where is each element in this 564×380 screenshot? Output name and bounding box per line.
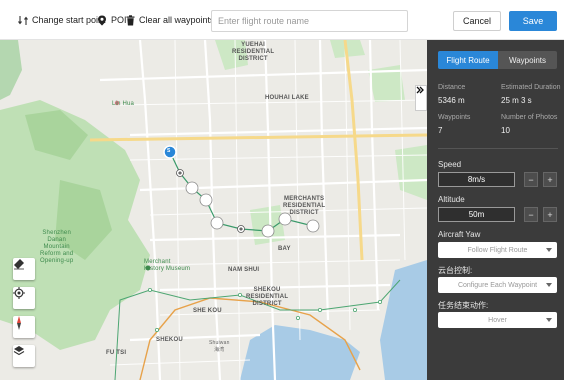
compass-icon <box>17 316 21 330</box>
distance-value: 5346 m <box>438 96 465 105</box>
finish-action-label: 任务结束动作: <box>438 301 489 310</box>
collapse-panel-button[interactable] <box>415 85 427 111</box>
gimbal-label: 云台控制: <box>438 266 473 275</box>
eraser-icon <box>14 259 24 270</box>
yaw-label: Aircraft Yaw <box>438 230 481 239</box>
finish-action-select[interactable]: Hover <box>438 312 557 328</box>
map-label-nam-shui: NAM SHUI <box>228 267 260 273</box>
map-label-yuehai: YUEHAI RESIDENTIAL DISTRICT <box>232 42 275 62</box>
map-label-merchants: MERCHANTS RESIDENTIAL DISTRICT <box>283 196 326 216</box>
change-start-point-button[interactable]: Change start point <box>17 14 106 26</box>
map-label-shekou-res: SHEKOU RESIDENTIAL DISTRICT <box>246 287 289 307</box>
altitude-decrease-button[interactable]: − <box>524 207 538 222</box>
locate-button[interactable] <box>13 287 35 309</box>
layers-button[interactable] <box>13 345 35 367</box>
cancel-button[interactable]: Cancel <box>453 11 501 31</box>
map-label-shuiwan: Shuiwan 海湾 <box>209 340 230 353</box>
chevron-down-icon <box>546 318 552 322</box>
start-marker-text: S <box>167 148 171 154</box>
altitude-increase-button[interactable]: + <box>543 207 557 222</box>
gimbal-select-value: Configure Each Waypoint <box>457 281 538 289</box>
eraser-tool-button[interactable] <box>13 258 35 280</box>
trash-icon <box>124 14 136 26</box>
altitude-label: Altitude <box>438 195 465 204</box>
chevron-down-icon <box>546 283 552 287</box>
speed-label: Speed <box>438 160 462 169</box>
chevron-down-icon <box>546 248 552 252</box>
yaw-select[interactable]: Follow Flight Route <box>438 242 557 258</box>
waypoints-count-value: 7 <box>438 126 443 135</box>
photos-count-value: 10 <box>501 126 510 135</box>
route-name-input[interactable] <box>211 10 408 32</box>
clear-waypoints-label: Clear all waypoints <box>139 15 215 25</box>
compass-button[interactable] <box>13 316 35 338</box>
tab-flight-route[interactable]: Flight Route <box>438 51 498 69</box>
yaw-select-value: Follow Flight Route <box>467 246 528 254</box>
finish-action-select-value: Hover <box>488 316 507 324</box>
location-pin-icon <box>96 14 108 26</box>
map-label-lin-hua: Lin Hua <box>112 101 135 107</box>
speed-increase-button[interactable]: + <box>543 172 557 187</box>
duration-value: 25 m 3 s <box>501 96 532 105</box>
duration-label: Estimated Duration <box>501 84 561 91</box>
distance-label: Distance <box>438 84 466 91</box>
clear-waypoints-button[interactable]: Clear all waypoints <box>124 14 215 26</box>
layers-icon <box>13 346 25 356</box>
double-chevron-right-icon <box>416 86 424 94</box>
change-start-point-label: Change start point <box>32 15 106 25</box>
map-label-museum: Merchant History Museum <box>144 259 191 272</box>
map-label-houhai-lake: HOUHAI LAKE <box>265 95 309 101</box>
route-settings-panel: Flight Route Waypoints Distance 5346 m E… <box>427 40 564 380</box>
speed-input[interactable]: 8m/s <box>438 172 515 187</box>
altitude-input[interactable]: 50m <box>438 207 515 222</box>
map-label-shenzhen-park: Shenzhen Danan Mountain Reform and Openi… <box>40 230 74 264</box>
map-view[interactable]: S YUEHAI RESIDENTIAL DISTRICT HOUHAI LAK… <box>0 40 427 380</box>
poi-button[interactable]: POI <box>96 14 127 26</box>
toolbar: Change start point POI Clear all waypoin… <box>0 0 564 40</box>
map-label-she-kou: SHE KOU <box>193 308 222 314</box>
map-label-fu-tsi: FU TSI <box>106 350 127 356</box>
crosshair-icon <box>13 287 25 299</box>
tab-waypoints[interactable]: Waypoints <box>498 51 557 69</box>
gimbal-select[interactable]: Configure Each Waypoint <box>438 277 557 293</box>
map-label-shekou: SHEKOU <box>156 337 183 343</box>
save-button[interactable]: Save <box>509 11 557 31</box>
photos-count-label: Number of Photos <box>501 114 558 121</box>
waypoints-count-label: Waypoints <box>438 114 471 121</box>
swap-icon <box>17 14 29 26</box>
map-label-bay: BAY <box>278 246 291 252</box>
map-canvas <box>0 40 427 380</box>
speed-decrease-button[interactable]: − <box>524 172 538 187</box>
divider <box>438 148 558 149</box>
